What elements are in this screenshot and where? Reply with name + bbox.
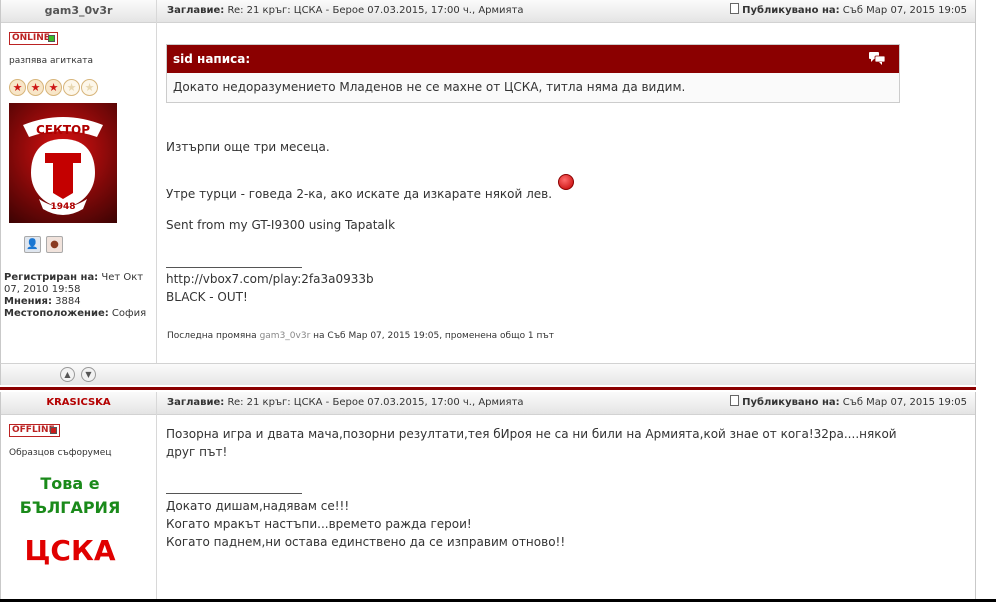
published-label: Публикувано на: [742, 397, 840, 408]
title-label: Заглавие: [167, 397, 225, 408]
star-empty-icon: ★ [63, 79, 80, 96]
edited-suffix: на Съб Мар 07, 2015 19:05, променена общ… [313, 331, 555, 341]
avatar-text-top: СЕКТОР [36, 123, 90, 137]
smiley-icon [558, 174, 575, 190]
post-1-date: Публикувано на: Съб Мар 07, 2015 19:05 [730, 0, 967, 22]
offline-status-badge: OFFLINE [9, 424, 60, 437]
banner-line-2: БЪЛГАРИЯ [19, 498, 121, 517]
post-2-date: Публикувано на: Съб Мар 07, 2015 19:05 [730, 392, 967, 414]
post-1-title: Заглавие: Re: 21 кръг: ЦСКА - Берое 07.0… [167, 0, 524, 22]
posts-count-label: Мнения: [4, 296, 52, 307]
post-2-author-panel: KRASICSKA OFFLINE Образцов съфорумец Тов… [1, 392, 157, 602]
post-2-content: Заглавие: Re: 21 кръг: ЦСКА - Берое 07.0… [157, 392, 975, 602]
post-1-line-3: Sent from my GT-I9300 using Tapatalk [166, 218, 396, 232]
online-status-badge: ONLINE [9, 32, 58, 45]
signature-line-2: Когато мракът настъпи...времето ражда ге… [166, 517, 472, 531]
post-2-header: Заглавие: Re: 21 кръг: ЦСКА - Берое 07.0… [157, 392, 975, 415]
post-1-line-2: Утре турци - говеда 2-ка, ако искате да … [166, 174, 575, 201]
star-icon: ★ [27, 79, 44, 96]
location-label: Местоположение: [4, 308, 109, 319]
star-icon: ★ [9, 79, 26, 96]
signature-separator [166, 267, 302, 268]
banner-line-3: ЦСКА [24, 534, 116, 567]
sector-logo-icon: СЕКТОР 1948 [23, 117, 103, 215]
status-label: OFFLINE [12, 425, 55, 435]
signature-text: BLACK - OUT! [166, 290, 248, 304]
avatar: СЕКТОР 1948 [9, 103, 117, 223]
published-value: Съб Мар 07, 2015 19:05 [842, 5, 967, 16]
signature-separator [166, 493, 302, 494]
post-2-username[interactable]: KRASICSKA [1, 392, 156, 415]
quote-author: sid написа: [173, 52, 251, 66]
post-link-icon[interactable] [730, 3, 740, 14]
edited-user-link[interactable]: gam3_0v3r [260, 331, 311, 341]
title-value[interactable]: Re: 21 кръг: ЦСКА - Берое 07.03.2015, 17… [227, 5, 523, 16]
status-label: ONLINE [12, 33, 50, 43]
signature-link[interactable]: http://vbox7.com/play:2fa3a0933b [166, 272, 374, 286]
online-indicator-icon [48, 35, 55, 42]
rank-stars: ★ ★ ★ ★ ★ [9, 76, 99, 96]
edited-note: Последна промяна gam3_0v3r на Съб Мар 07… [167, 331, 554, 341]
post-2-title: Заглавие: Re: 21 кръг: ЦСКА - Берое 07.0… [167, 392, 524, 414]
page-scroll-gutter [976, 0, 996, 602]
post-1-content: Заглавие: Re: 21 кръг: ЦСКА - Берое 07.0… [157, 0, 975, 363]
post-1-footer: ▲ ▼ [0, 363, 976, 385]
post-2: KRASICSKA OFFLINE Образцов съфорумец Тов… [0, 392, 976, 602]
published-value: Съб Мар 07, 2015 19:05 [842, 397, 967, 408]
profile-links: 👤 ● [24, 232, 68, 253]
quote-icon[interactable] [869, 52, 885, 65]
quote-block: sid написа: Докато недоразумението Младе… [166, 44, 900, 103]
post-1-rank: разпява агитката [9, 56, 94, 66]
post-1: gam3_0v3r ONLINE разпява агитката ★ ★ ★ ★ ★ … [0, 0, 976, 363]
post-1-username[interactable]: gam3_0v3r [1, 0, 156, 23]
post-divider [0, 387, 976, 390]
avatar-text-bottom: 1948 [50, 202, 75, 212]
scroll-up-icon[interactable]: ▲ [60, 367, 75, 382]
scroll-down-icon[interactable]: ▼ [81, 367, 96, 382]
post-link-icon[interactable] [730, 395, 740, 406]
profile-icon[interactable]: 👤 [24, 236, 41, 253]
website-icon[interactable]: ● [46, 236, 63, 253]
title-label: Заглавие: [167, 5, 225, 16]
offline-indicator-icon [50, 427, 57, 434]
post-2-body-line-1: Позорна игра и двата мача,позорни резулт… [166, 427, 897, 441]
star-empty-icon: ★ [81, 79, 98, 96]
edited-prefix: Последна промяна [167, 331, 257, 341]
signature-line-3: Когато паднем,ни остава единствено да се… [166, 535, 566, 549]
post-1-header: Заглавие: Re: 21 кръг: ЦСКА - Берое 07.0… [157, 0, 975, 23]
registered-label: Регистриран на: [4, 272, 99, 283]
post-1-author-panel: gam3_0v3r ONLINE разпява агитката ★ ★ ★ ★ ★ … [1, 0, 157, 363]
signature-line-1: Докато дишам,надявам се!!! [166, 499, 350, 513]
post-2-rank: Образцов съфорумец [9, 448, 112, 458]
published-label: Публикувано на: [742, 5, 840, 16]
posts-count-value: 3884 [55, 296, 81, 307]
title-value[interactable]: Re: 21 кръг: ЦСКА - Берое 07.03.2015, 17… [227, 397, 523, 408]
post-1-line-1: Изтърпи още три месеца. [166, 140, 330, 154]
post-1-line-2-text: Утре турци - говеда 2-ка, ако искате да … [166, 187, 553, 201]
author-info: Регистриран на: Чет Окт 07, 2010 19:58 М… [4, 272, 154, 320]
location-value: София [111, 308, 147, 319]
post-2-body-line-2: друг път! [166, 445, 228, 459]
quote-text: Докато недоразумението Младенов не се ма… [173, 80, 686, 94]
quote-header: sid написа: [167, 45, 899, 73]
banner-line-1: Това е [40, 474, 100, 493]
star-icon: ★ [45, 79, 62, 96]
